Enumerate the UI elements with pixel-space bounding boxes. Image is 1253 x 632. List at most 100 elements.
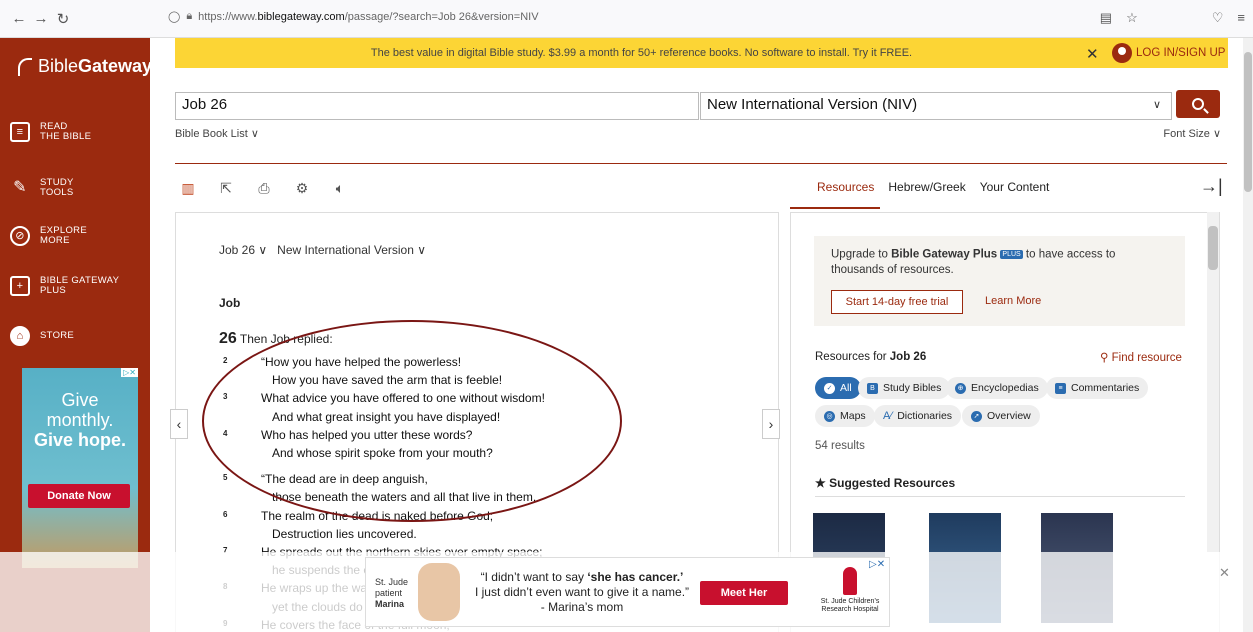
version-select[interactable]: New International Version (NIV) ∨ [700, 92, 1172, 120]
passage-version-dropdown[interactable]: New International Version ∨ [277, 243, 426, 257]
next-chapter-button[interactable]: › [762, 409, 780, 439]
menu-icon[interactable]: ≡ [1237, 10, 1245, 26]
verse-number: 5 [223, 473, 228, 483]
sidebar-item-plus[interactable]: + BIBLE GATEWAY PLUS [10, 276, 119, 296]
login-label: LOG IN/SIGN UP [1136, 47, 1226, 59]
sidebar-item-label: BIBLE GATEWAY PLUS [40, 275, 120, 296]
search-button[interactable] [1176, 90, 1220, 118]
settings-gear-icon[interactable]: ⚙ [294, 180, 310, 196]
divider [175, 163, 1227, 164]
browser-toolbar: ← → ↻ ◯ 🔒︎ https://www.biblegateway.com/… [0, 0, 1253, 38]
book-icon: ≡ [10, 122, 30, 142]
passage-search-input[interactable]: Job 26 [175, 92, 699, 120]
find-resource-link[interactable]: ⚲ Find resource [1100, 350, 1182, 364]
sidebar-item-label: STORE [40, 330, 75, 341]
passage-toolbar: ▥ ⇱ ⎙ ⚙ 🔈︎ [180, 180, 348, 196]
compass-icon: ➚ [971, 410, 982, 422]
plus-icon: + [10, 276, 30, 296]
chevron-right-icon: › [768, 416, 774, 432]
resources-scroll-thumb[interactable] [1208, 226, 1218, 270]
left-sidebar: BibleGateway ≡ READ THE BIBLE ✎ STUDY TOOL… [0, 38, 152, 632]
page-scroll-thumb[interactable] [1244, 52, 1252, 192]
bible-book-list-toggle[interactable]: Bible Book List ∨ [175, 127, 259, 140]
sidebar-item-label: EXPLORE MORE [40, 225, 87, 246]
shield-icon: ◯ [168, 11, 181, 23]
store-icon: ⌂ [10, 326, 30, 346]
start-free-trial-button[interactable]: Start 14-day free trial [831, 290, 963, 314]
results-count: 54 results [815, 440, 865, 452]
tab-hebrew-greek[interactable]: Hebrew/Greek [888, 180, 965, 194]
back-icon[interactable]: ← [8, 10, 30, 27]
map-icon: ◎ [824, 410, 835, 422]
donate-now-button[interactable]: Donate Now [28, 484, 130, 508]
url-text: https://www.biblegateway.com/passage/?se… [198, 10, 539, 23]
passage-header: Job 26 ∨ New International Version ∨ [219, 243, 426, 257]
share-icon[interactable]: ⇱ [218, 180, 234, 196]
sidebar-item-store[interactable]: ⌂ STORE [10, 326, 74, 346]
print-icon[interactable]: ⎙ [256, 180, 272, 196]
ad-choices-icon[interactable]: ▷✕ [121, 368, 138, 377]
reader-view-icon[interactable]: ▤ [1100, 10, 1112, 26]
reload-icon[interactable]: ↻ [52, 10, 74, 28]
ad-quote: “I didn’t want to say ‘she has cancer.’ … [474, 570, 690, 614]
logo-arc-icon [18, 57, 32, 76]
forward-icon[interactable]: → [30, 10, 52, 27]
font-size-toggle[interactable]: Font Size ∨ [1163, 127, 1221, 140]
globe-icon: ⊕ [955, 382, 966, 394]
filter-dictionaries[interactable]: A⁄ Dictionaries [874, 405, 962, 427]
sidebar-item-label: READ THE BIBLE [40, 121, 92, 142]
filter-all[interactable]: ✓ All [815, 377, 861, 399]
resource-tabs: Resources Hebrew/Greek Your Content [817, 180, 1049, 194]
search-icon: ⚲ [1100, 352, 1109, 364]
comment-icon: ≡ [1055, 382, 1066, 394]
dictionary-icon: A⁄ [883, 410, 893, 422]
filter-overview[interactable]: ➚ Overview [962, 405, 1040, 427]
address-bar[interactable]: ◯ 🔒︎ https://www.biblegateway.com/passag… [168, 10, 539, 23]
sidebar-ad[interactable]: ▷✕ Give monthly. Give hope. Donate Now [22, 368, 138, 568]
divider [815, 496, 1185, 497]
version-label: New International Version (NIV) [707, 96, 918, 113]
tab-your-content[interactable]: Your Content [980, 180, 1050, 194]
sidebar-item-study-tools[interactable]: ✎ STUDY TOOLS [10, 178, 74, 198]
st-jude-figure-icon [843, 567, 857, 595]
ad-choices-icon[interactable]: ▷✕ [869, 559, 885, 570]
suggested-resources-heading: ★ Suggested Resources [815, 476, 956, 490]
filter-encyclopedias[interactable]: ⊕ Encyclopedias [946, 377, 1048, 399]
close-icon[interactable]: ✕ [1219, 565, 1230, 581]
study-bible-icon: B [867, 382, 878, 394]
sidebar-item-label: STUDY TOOLS [40, 177, 74, 198]
filter-maps[interactable]: ◎ Maps [815, 405, 875, 427]
login-signup-link[interactable]: LOG IN/SIGN UP [1112, 43, 1225, 63]
compass-icon: ⊘ [10, 226, 30, 246]
bookmark-star-icon[interactable]: ☆ [1126, 10, 1138, 26]
filter-commentaries[interactable]: ≡ Commentaries [1046, 377, 1149, 399]
previous-chapter-button[interactable]: ‹ [170, 409, 188, 439]
meet-her-button[interactable]: Meet Her [700, 581, 788, 605]
active-tab-indicator [790, 207, 880, 209]
ad-child-photo [418, 563, 460, 621]
close-icon[interactable]: ✕ [1086, 45, 1099, 63]
passage-ref-dropdown[interactable]: Job 26 ∨ [219, 243, 267, 257]
book-title: Job [219, 296, 241, 310]
search-icon [1192, 98, 1204, 110]
study-tools-icon: ✎ [13, 179, 27, 196]
ad-headline: Give monthly. [46, 390, 114, 430]
promo-text: The best value in digital Bible study. $… [370, 47, 913, 59]
learn-more-link[interactable]: Learn More [985, 295, 1041, 307]
highlight-ellipse-annotation [202, 320, 622, 522]
biblegateway-logo[interactable]: BibleGateway [18, 56, 152, 77]
audio-speaker-icon[interactable]: 🔈︎ [332, 180, 348, 196]
tab-resources[interactable]: Resources [817, 180, 874, 194]
upgrade-text: Upgrade to Bible Gateway Plus PLUS to ha… [831, 248, 1116, 276]
user-icon [1112, 43, 1132, 63]
filter-study-bibles[interactable]: B Study Bibles [858, 377, 951, 399]
pocket-icon[interactable]: ♡ [1212, 10, 1224, 26]
plus-badge: PLUS [1000, 250, 1023, 259]
ad-tagline: Give hope. [33, 430, 127, 450]
sidebar-item-read[interactable]: ≡ READ THE BIBLE [10, 122, 91, 142]
sidebar-item-explore[interactable]: ⊘ EXPLORE MORE [10, 226, 87, 246]
chevron-left-icon: ‹ [176, 416, 182, 432]
parallel-view-icon[interactable]: ▥ [180, 180, 196, 196]
promo-banner[interactable]: The best value in digital Bible study. $… [175, 38, 1228, 68]
collapse-panel-icon[interactable]: →| [1200, 176, 1223, 197]
